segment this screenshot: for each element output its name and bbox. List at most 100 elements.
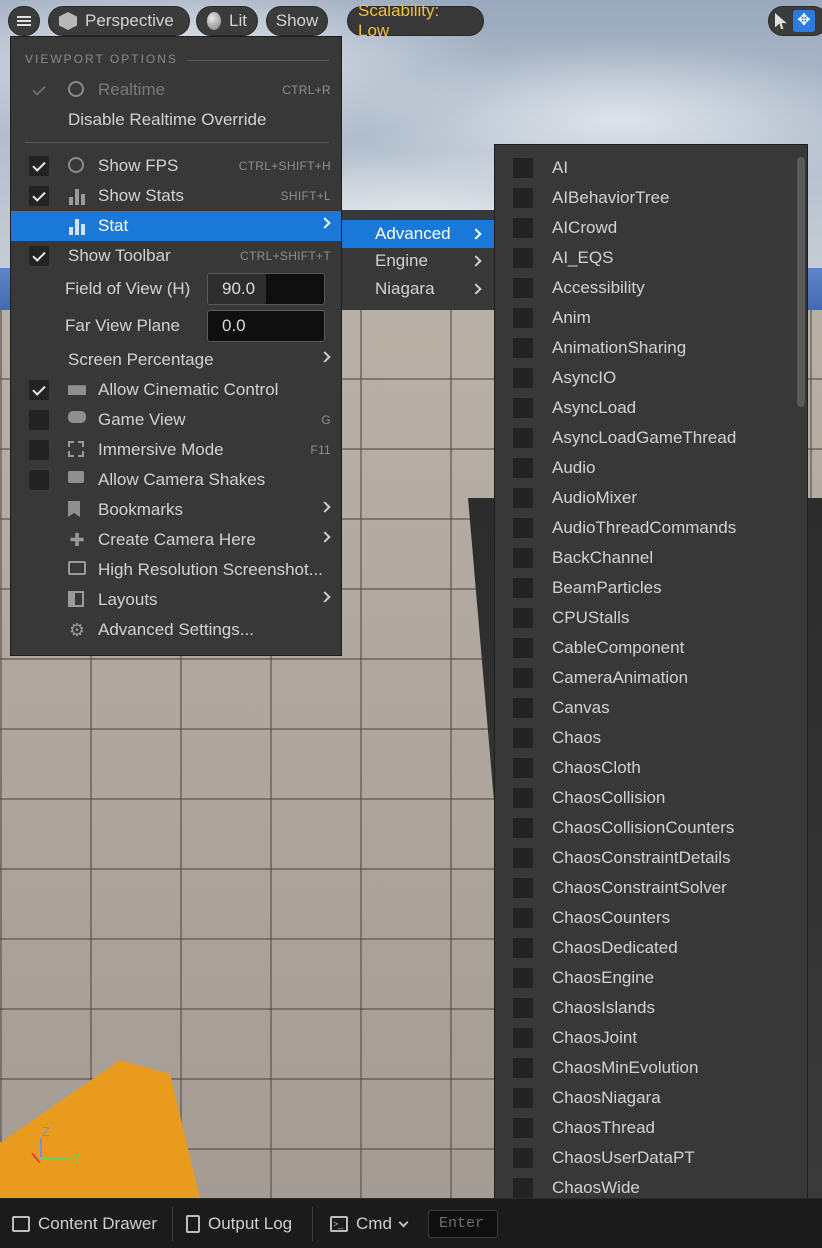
stat-checkbox[interactable] (513, 368, 533, 388)
stat-submenu-item-advanced[interactable]: Advanced (342, 220, 494, 248)
menu-item-layouts[interactable]: Layouts (11, 585, 341, 615)
stat-checkbox[interactable] (513, 968, 533, 988)
menu-item-allow-cinematic-control[interactable]: Allow Cinematic Control (11, 375, 341, 405)
show-toolbar-checkbox[interactable] (29, 246, 49, 266)
move-icon[interactable]: ✥ (793, 10, 815, 32)
stat-checkbox[interactable] (513, 158, 533, 178)
stat-checkbox[interactable] (513, 188, 533, 208)
advanced-stat-item[interactable]: ChaosThread (495, 1113, 795, 1143)
advanced-stat-item[interactable]: ChaosEngine (495, 963, 795, 993)
menu-item-game-view[interactable]: Game View G (11, 405, 341, 435)
show-stats-checkbox[interactable] (29, 186, 49, 206)
stat-checkbox[interactable] (513, 458, 533, 478)
stat-checkbox[interactable] (513, 1058, 533, 1078)
stat-checkbox[interactable] (513, 1088, 533, 1108)
advanced-stat-item[interactable]: BackChannel (495, 543, 795, 573)
advanced-stat-item[interactable]: AnimationSharing (495, 333, 795, 363)
immersive-mode-checkbox[interactable] (29, 440, 49, 460)
stat-checkbox[interactable] (513, 788, 533, 808)
advanced-stat-item[interactable]: ChaosCounters (495, 903, 795, 933)
advanced-stat-item[interactable]: Canvas (495, 693, 795, 723)
allow-cinematic-control-checkbox[interactable] (29, 380, 49, 400)
menu-item-show-fps[interactable]: Show FPS CTRL+SHIFT+H (11, 151, 341, 181)
select-arrow-icon[interactable] (775, 13, 787, 29)
advanced-stat-item[interactable]: ChaosDedicated (495, 933, 795, 963)
stat-checkbox[interactable] (513, 548, 533, 568)
advanced-stat-item[interactable]: CameraAnimation (495, 663, 795, 693)
stat-submenu-item-engine[interactable]: Engine (342, 247, 494, 275)
advanced-stat-item[interactable]: AsyncLoadGameThread (495, 423, 795, 453)
transform-tools[interactable]: ✥ (768, 6, 822, 36)
advanced-stat-item[interactable]: ChaosConstraintDetails (495, 843, 795, 873)
stat-checkbox[interactable] (513, 1178, 533, 1198)
stat-checkbox[interactable] (513, 398, 533, 418)
advanced-stat-item[interactable]: Chaos (495, 723, 795, 753)
stat-checkbox[interactable] (513, 698, 533, 718)
advanced-stat-item[interactable]: AudioMixer (495, 483, 795, 513)
advanced-stat-item[interactable]: ChaosMinEvolution (495, 1053, 795, 1083)
menu-item-disable-realtime-override[interactable]: Disable Realtime Override (11, 105, 341, 135)
advanced-stat-item[interactable]: Audio (495, 453, 795, 483)
advanced-stat-item[interactable]: AudioThreadCommands (495, 513, 795, 543)
advanced-stat-item[interactable]: AICrowd (495, 213, 795, 243)
stat-checkbox[interactable] (513, 668, 533, 688)
advanced-stat-item[interactable]: ChaosUserDataPT (495, 1143, 795, 1173)
stat-checkbox[interactable] (513, 248, 533, 268)
menu-item-advanced-settings[interactable]: ⚙ Advanced Settings... (11, 615, 341, 645)
viewport-options-button[interactable] (8, 6, 40, 36)
perspective-button[interactable]: Perspective (48, 6, 190, 36)
advanced-stat-item[interactable]: ChaosIslands (495, 993, 795, 1023)
menu-item-allow-camera-shakes[interactable]: Allow Camera Shakes (11, 465, 341, 495)
advanced-stat-item[interactable]: ChaosCollision (495, 783, 795, 813)
scalability-button[interactable]: Scalability: Low (347, 1, 484, 40)
stat-checkbox[interactable] (513, 878, 533, 898)
show-button[interactable]: Show (266, 6, 328, 36)
advanced-stat-item[interactable]: CPUStalls (495, 603, 795, 633)
stat-submenu-item-niagara[interactable]: Niagara (342, 275, 494, 303)
advanced-stat-list[interactable]: AI AIBehaviorTree AICrowd AI_EQS Accessibili… (494, 144, 808, 1248)
stat-checkbox[interactable] (513, 218, 533, 238)
stat-checkbox[interactable] (513, 728, 533, 748)
menu-item-bookmarks[interactable]: Bookmarks (11, 495, 341, 525)
menu-item-high-resolution-screenshot[interactable]: High Resolution Screenshot... (11, 555, 341, 585)
advanced-stat-item[interactable]: ChaosCloth (495, 753, 795, 783)
advanced-stat-item[interactable]: Anim (495, 303, 795, 333)
realtime-checkbox[interactable] (29, 80, 49, 100)
stat-checkbox[interactable] (513, 428, 533, 448)
stat-checkbox[interactable] (513, 908, 533, 928)
console-input[interactable]: Enter (428, 1210, 498, 1238)
advanced-stat-item[interactable]: ChaosConstraintSolver (495, 873, 795, 903)
view-mode-button[interactable]: Lit (196, 6, 258, 36)
menu-item-show-toolbar[interactable]: Show Toolbar CTRL+SHIFT+T (11, 241, 341, 271)
menu-item-stat[interactable]: Stat (11, 211, 341, 241)
advanced-stat-item[interactable]: Accessibility (495, 273, 795, 303)
content-drawer-button[interactable]: Content Drawer (12, 1199, 157, 1248)
stat-checkbox[interactable] (513, 308, 533, 328)
stat-checkbox[interactable] (513, 518, 533, 538)
advanced-stat-item[interactable]: BeamParticles (495, 573, 795, 603)
stat-checkbox[interactable] (513, 818, 533, 838)
advanced-stat-item[interactable]: CableComponent (495, 633, 795, 663)
menu-item-screen-percentage[interactable]: Screen Percentage (11, 345, 341, 375)
far-view-plane-input[interactable]: 0.0 (207, 310, 325, 342)
output-log-button[interactable]: Output Log (186, 1199, 292, 1248)
stat-checkbox[interactable] (513, 848, 533, 868)
menu-item-immersive-mode[interactable]: Immersive Mode F11 (11, 435, 341, 465)
stat-checkbox[interactable] (513, 1148, 533, 1168)
menu-item-show-stats[interactable]: Show Stats SHIFT+L (11, 181, 341, 211)
allow-camera-shakes-checkbox[interactable] (29, 470, 49, 490)
field-of-view-input[interactable]: 90.0 (207, 273, 325, 305)
stat-checkbox[interactable] (513, 1028, 533, 1048)
game-view-checkbox[interactable] (29, 410, 49, 430)
advanced-stat-item[interactable]: ChaosNiagara (495, 1083, 795, 1113)
stat-checkbox[interactable] (513, 338, 533, 358)
stat-checkbox[interactable] (513, 758, 533, 778)
advanced-stat-item[interactable]: AsyncLoad (495, 393, 795, 423)
stat-checkbox[interactable] (513, 1118, 533, 1138)
stat-checkbox[interactable] (513, 278, 533, 298)
advanced-stat-item[interactable]: AsyncIO (495, 363, 795, 393)
scrollbar-thumb[interactable] (797, 157, 805, 407)
stat-checkbox[interactable] (513, 578, 533, 598)
advanced-stat-item[interactable]: AI_EQS (495, 243, 795, 273)
show-fps-checkbox[interactable] (29, 156, 49, 176)
